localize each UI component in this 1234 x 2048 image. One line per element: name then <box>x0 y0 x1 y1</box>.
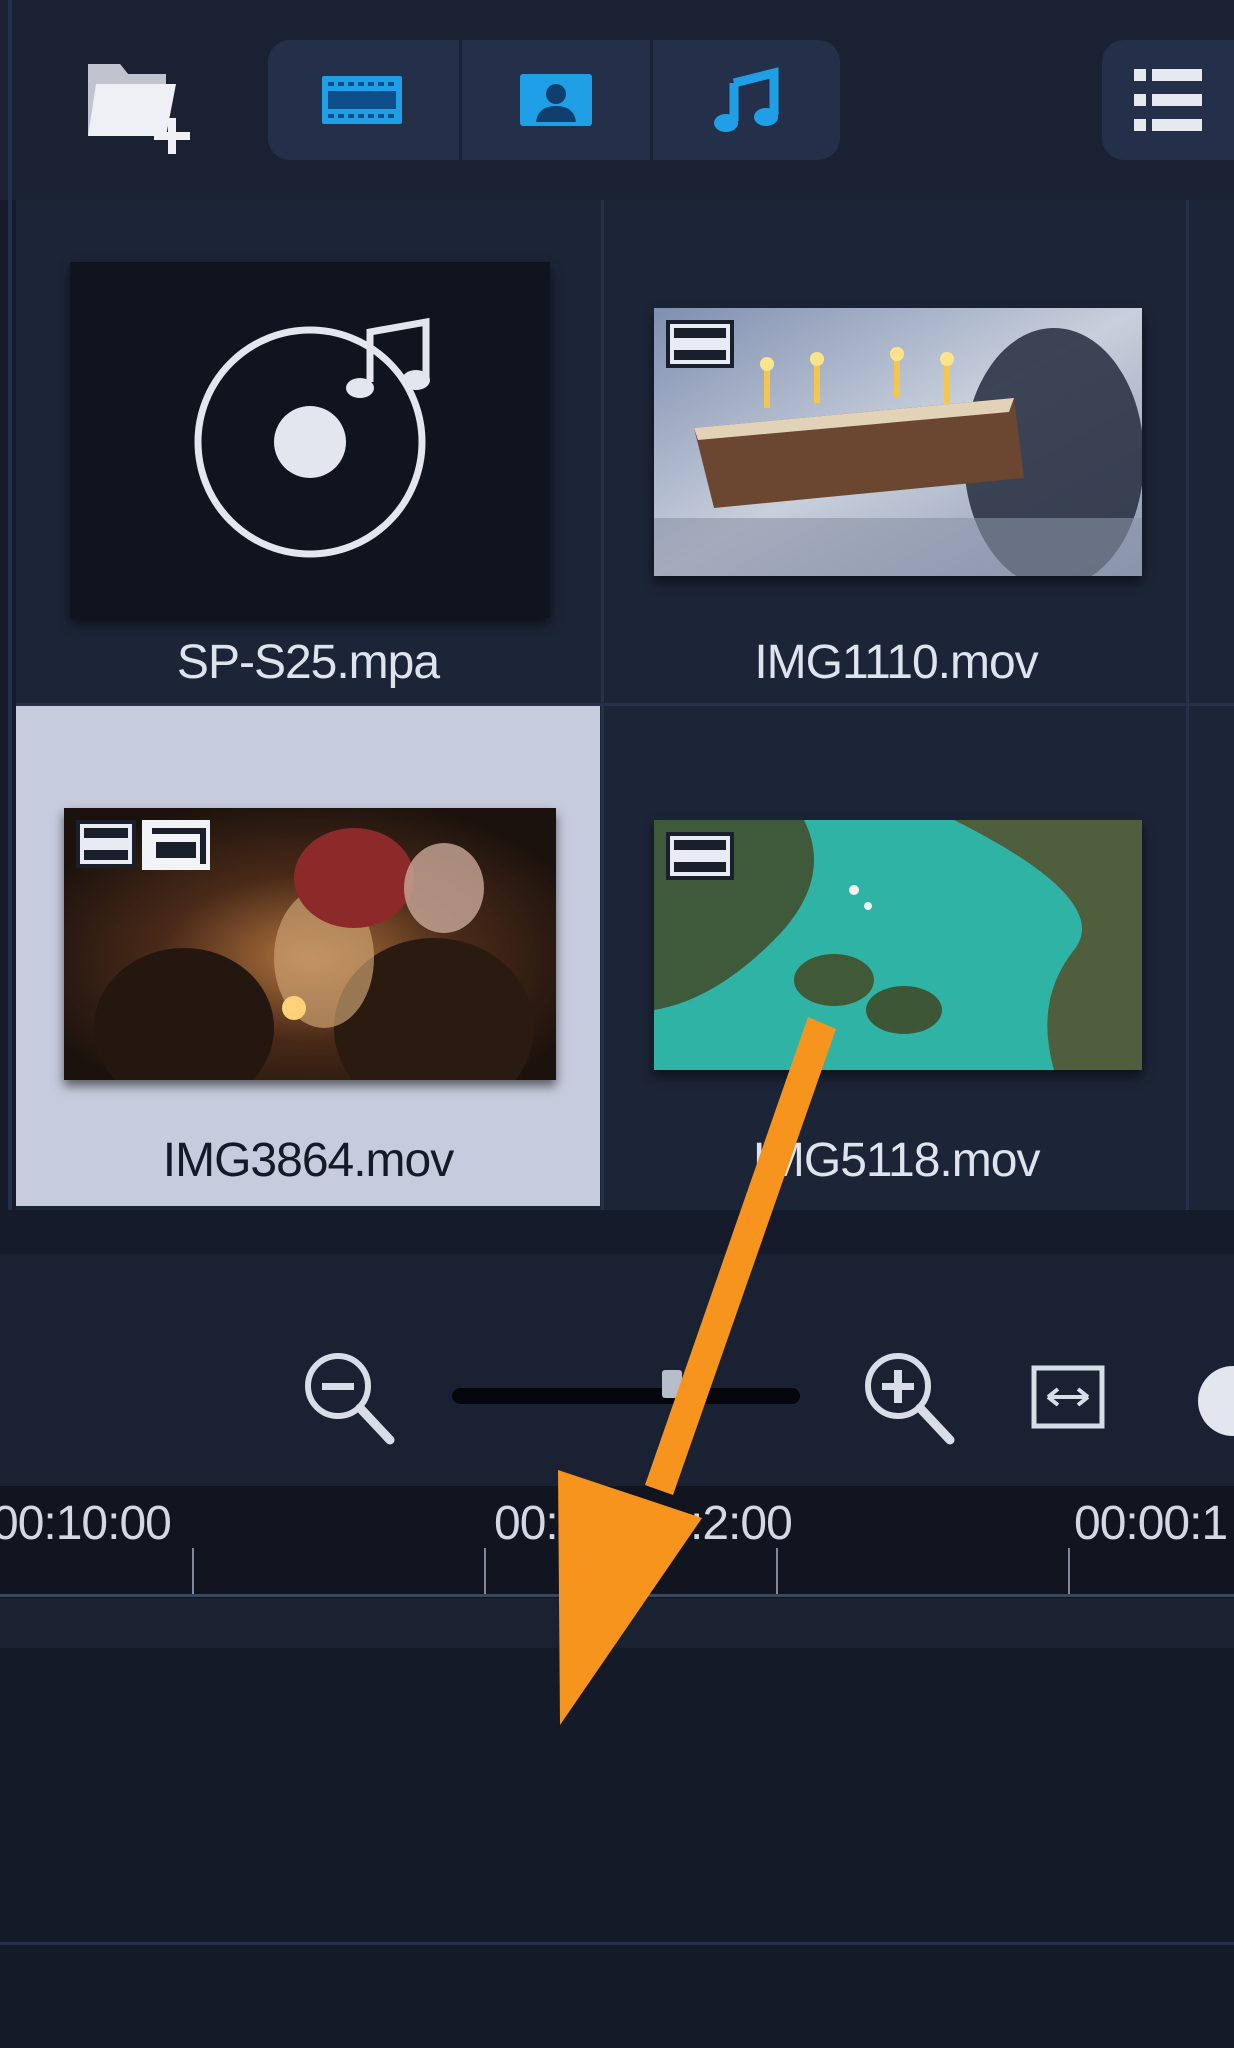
film-icon <box>666 320 734 373</box>
filter-video-button[interactable] <box>268 40 456 160</box>
panel-border <box>8 0 12 1245</box>
zoom-in-icon <box>865 1353 955 1445</box>
panel-splitter[interactable] <box>0 1210 1234 1254</box>
ruler-baseline <box>0 1594 1234 1597</box>
music-note-icon <box>714 67 779 132</box>
film-icon <box>666 832 734 885</box>
zoom-in-button[interactable] <box>858 1348 958 1448</box>
audio-thumbnail <box>70 262 550 618</box>
zoom-slider-handle[interactable] <box>662 1370 682 1398</box>
media-filename: SP-S25.mpa <box>176 636 440 689</box>
ruler-tick <box>1068 1548 1070 1594</box>
film-icon <box>76 820 136 873</box>
photo-icon <box>520 74 592 126</box>
track-header <box>0 1598 1234 1648</box>
list-view-icon <box>1134 69 1202 131</box>
fit-to-window-icon <box>1031 1365 1105 1429</box>
media-filename: IMG1110.mov <box>754 636 1038 689</box>
media-library-grid: SP-S25.mpa IMG1110.mov IMG3864.mov IMG51… <box>16 200 1234 1210</box>
film-icon <box>322 76 402 124</box>
list-view-button[interactable] <box>1102 40 1234 160</box>
media-filename: IMG5118.mov <box>752 1134 1041 1187</box>
subtitle-icon <box>142 820 210 875</box>
media-tile[interactable]: IMG1110.mov <box>604 200 1188 700</box>
video-track[interactable] <box>0 1648 1234 1942</box>
filter-audio-button[interactable] <box>650 40 840 160</box>
timeline-ruler[interactable] <box>0 1486 1234 1598</box>
media-tile-selected[interactable]: IMG3864.mov <box>16 706 600 1206</box>
media-filter-group <box>268 40 840 160</box>
import-media-button[interactable] <box>80 52 210 162</box>
ruler-tick-label: 00:10:00 <box>0 1497 172 1550</box>
ruler-tick-label: 00:00:1 <box>1074 1497 1228 1550</box>
ruler-tick <box>776 1548 778 1594</box>
media-tile[interactable]: SP-S25.mpa <box>16 200 600 700</box>
zoom-slider[interactable] <box>452 1388 800 1404</box>
zoom-out-icon <box>305 1353 395 1445</box>
fit-to-window-button[interactable] <box>1030 1364 1106 1430</box>
ruler-tick <box>192 1548 194 1594</box>
zoom-out-button[interactable] <box>300 1348 396 1448</box>
audio-track[interactable] <box>0 1945 1234 2048</box>
ruler-tick-label: :2:00 <box>690 1497 793 1550</box>
media-tile[interactable]: IMG5118.mov <box>604 706 1188 1206</box>
ruler-tick-label: 00:0 <box>494 1497 584 1550</box>
ruler-tick <box>484 1548 486 1594</box>
folder-add-icon <box>88 64 190 154</box>
video-frame-image <box>64 808 556 1080</box>
music-disc-icon <box>194 317 430 558</box>
media-filename: IMG3864.mov <box>162 1134 454 1187</box>
video-thumbnail <box>64 808 556 1080</box>
filter-photo-button[interactable] <box>459 40 650 160</box>
